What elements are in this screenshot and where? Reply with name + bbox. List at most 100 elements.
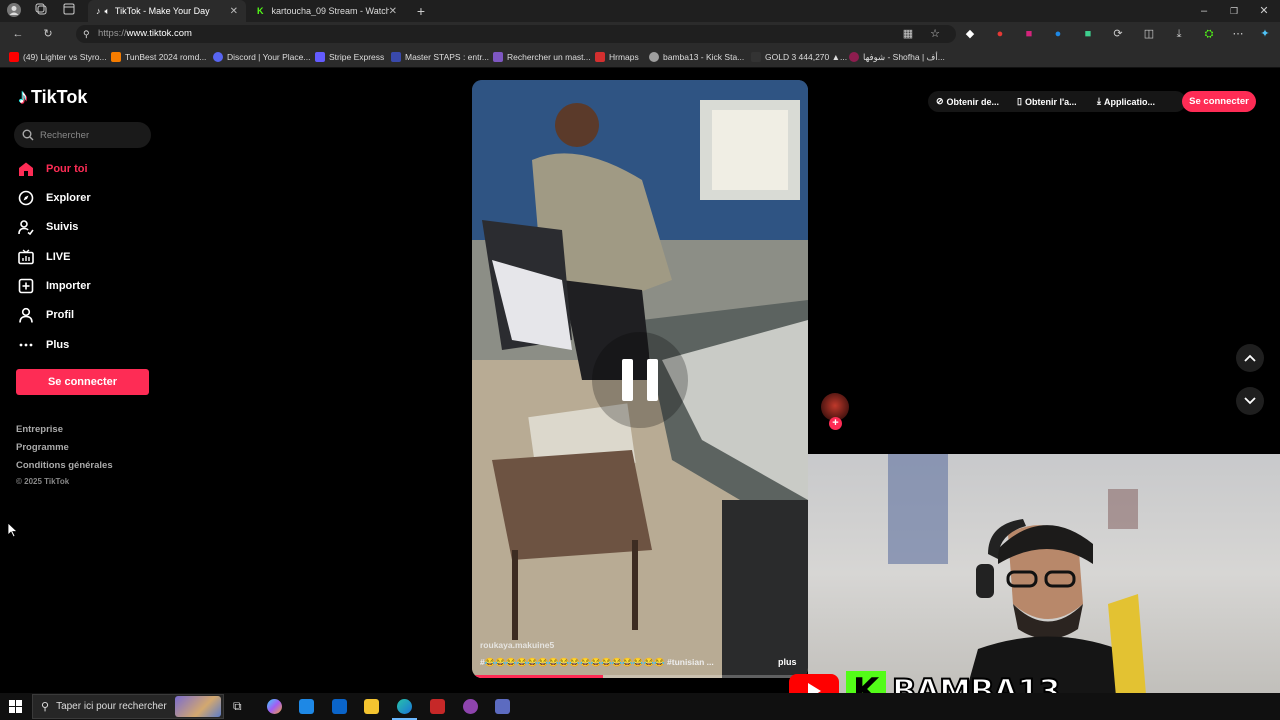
close-tab-icon[interactable]: ✕ <box>230 6 238 17</box>
more-icon <box>18 337 34 353</box>
split-screen-icon[interactable]: ◫ <box>1141 26 1157 42</box>
get-app-button[interactable]: ▯ Obtenir l'a... <box>1017 91 1077 112</box>
tab-kick-stream[interactable]: K kartoucha_09 Stream - Watch Li… ✕ <box>249 0 405 22</box>
extension-icon[interactable]: ◆ <box>962 26 978 42</box>
bookmark-item[interactable]: Rechercher un mast... <box>493 51 591 63</box>
extension-icon[interactable]: ⛭ <box>1201 26 1217 42</box>
download-icon: ⤓ <box>1097 96 1101 106</box>
address-bar[interactable]: ⚲ https://www.tiktok.com <box>76 25 956 43</box>
extension-icon[interactable]: ● <box>1050 26 1066 42</box>
tiktok-favicon-icon: ♪ <box>96 6 101 16</box>
bookmark-item[interactable]: Stripe Express <box>315 51 384 63</box>
follow-plus-icon[interactable]: + <box>829 417 842 430</box>
favorite-star-icon[interactable]: ☆ <box>927 26 943 42</box>
bookmark-item[interactable]: شوفها - Shofha | أف... <box>849 51 945 63</box>
search-icon <box>22 129 34 141</box>
bookmarks-bar: (49) Lighter vs Styro... TunBest 2024 ro… <box>0 46 1280 68</box>
video-player[interactable]: roukaya.makuine5 #😂😂😂😂😂😂😂😂😂😂😂😂😂😂😂😂😂 #tun… <box>472 80 808 678</box>
bookmark-item[interactable]: TunBest 2024 romd... <box>111 51 206 63</box>
get-coins-button[interactable]: ⊘ Obtenir de... <box>936 91 999 112</box>
profile-avatar-icon[interactable] <box>6 3 22 19</box>
file-explorer-taskbar-icon[interactable] <box>364 699 379 714</box>
mouse-cursor-icon <box>8 523 18 537</box>
footer-link-conditions[interactable]: Conditions générales <box>16 460 113 471</box>
restore-icon[interactable]: ❐ <box>1226 3 1242 19</box>
nav-suivis[interactable]: Suivis <box>18 216 78 238</box>
search-input[interactable]: Rechercher <box>14 122 151 148</box>
compass-icon <box>18 190 34 206</box>
chevron-down-icon <box>1244 397 1256 405</box>
tiktok-logo[interactable]: ♪ TikTok <box>18 86 87 109</box>
pause-icon <box>622 359 658 401</box>
header-login-button[interactable]: Se connecter <box>1182 91 1256 112</box>
video-caption[interactable]: #😂😂😂😂😂😂😂😂😂😂😂😂😂😂😂😂😂 #tunisian ... <box>480 657 750 668</box>
minimize-icon[interactable]: – <box>1196 3 1212 19</box>
nav-live[interactable]: LIVE <box>18 246 70 268</box>
calculator-taskbar-icon[interactable] <box>495 699 510 714</box>
video-progress-bar[interactable] <box>472 675 808 678</box>
reader-view-icon[interactable]: ▦ <box>900 26 916 42</box>
following-icon <box>18 219 34 235</box>
app-taskbar-icon[interactable] <box>430 699 445 714</box>
workspaces-icon[interactable] <box>33 3 49 19</box>
tab-tiktok[interactable]: ♪ 🔈︎ TikTok - Make Your Day ✕ <box>88 0 246 22</box>
bookmark-item[interactable]: Hrmaps <box>595 51 639 63</box>
nav-plus[interactable]: Plus <box>18 334 69 356</box>
copilot-taskbar-icon[interactable] <box>267 699 282 714</box>
video-author[interactable]: roukaya.makuine5 <box>480 640 554 650</box>
bookmark-item[interactable]: Master STAPS : entr... <box>391 51 489 63</box>
new-tab-icon[interactable]: + <box>413 3 429 19</box>
search-icon: ⚲ <box>41 701 50 713</box>
extension-icon[interactable]: ■ <box>1080 26 1096 42</box>
extension-icon[interactable]: ● <box>992 26 1008 42</box>
close-tab-icon[interactable]: ✕ <box>389 6 397 17</box>
nav-pour-toi[interactable]: Pour toi <box>18 158 88 180</box>
pause-button[interactable] <box>592 332 688 428</box>
favicon-icon <box>649 52 659 62</box>
footer-link-programme[interactable]: Programme <box>16 442 69 453</box>
store-taskbar-icon[interactable] <box>299 699 314 714</box>
applications-button[interactable]: ⤓ Applicatio... <box>1097 91 1155 112</box>
bookmark-item[interactable]: (49) Lighter vs Styro... <box>9 51 107 63</box>
profile-icon <box>18 307 34 323</box>
bookmark-item[interactable]: bamba13 - Kick Sta... <box>649 51 744 63</box>
bookmark-item[interactable]: GOLD 3 444,270 ▲... <box>751 51 847 63</box>
caption-more-link[interactable]: plus <box>778 657 797 667</box>
downloads-icon[interactable]: ⤓ <box>1171 26 1187 42</box>
search-placeholder: Rechercher <box>40 129 90 141</box>
window-close-icon[interactable]: ✕ <box>1256 3 1272 19</box>
url-prefix: https:// <box>98 28 127 39</box>
bookmark-item[interactable]: Discord | Your Place... <box>213 51 310 63</box>
coin-icon: ⊘ <box>936 96 944 106</box>
video-progress-fill <box>472 675 604 678</box>
edge-taskbar-icon[interactable] <box>397 699 412 714</box>
extensions-puzzle-icon[interactable]: ⟳ <box>1110 26 1126 42</box>
tab-title: kartoucha_09 Stream - Watch Li… <box>271 6 389 16</box>
footer-link-entreprise[interactable]: Entreprise <box>16 424 63 435</box>
tab-actions-icon[interactable] <box>61 3 77 19</box>
windows-taskbar: ⚲ Taper ici pour rechercher ⧉ <box>0 693 1280 720</box>
search-highlight-image <box>175 696 221 717</box>
taskbar-search-input[interactable]: ⚲ Taper ici pour rechercher <box>32 694 224 719</box>
settings-more-icon[interactable]: ⋯ <box>1230 26 1246 42</box>
nav-profil[interactable]: Profil <box>18 304 74 326</box>
copilot-icon[interactable]: ✦ <box>1257 26 1273 42</box>
back-icon[interactable]: ← <box>10 26 26 42</box>
obs-taskbar-icon[interactable] <box>463 699 478 714</box>
next-video-button[interactable] <box>1236 387 1264 415</box>
speaker-icon[interactable]: 🔈︎ <box>105 6 110 17</box>
header-actions: ⊘ Obtenir de... ▯ Obtenir l'a... ⤓ Appli… <box>928 91 1186 112</box>
home-icon <box>18 161 34 177</box>
windows-start-icon[interactable] <box>9 700 22 718</box>
site-info-icon[interactable]: ⚲ <box>83 25 90 43</box>
favicon-icon <box>849 52 859 62</box>
task-view-icon[interactable]: ⧉ <box>233 699 242 714</box>
previous-video-button[interactable] <box>1236 344 1264 372</box>
live-icon <box>18 249 34 265</box>
extension-icon[interactable]: ■ <box>1021 26 1037 42</box>
nav-importer[interactable]: Importer <box>18 275 91 297</box>
nav-explorer[interactable]: Explorer <box>18 187 91 209</box>
login-button[interactable]: Se connecter <box>16 369 149 395</box>
mail-taskbar-icon[interactable] <box>332 699 347 714</box>
refresh-icon[interactable]: ↻ <box>40 26 56 42</box>
